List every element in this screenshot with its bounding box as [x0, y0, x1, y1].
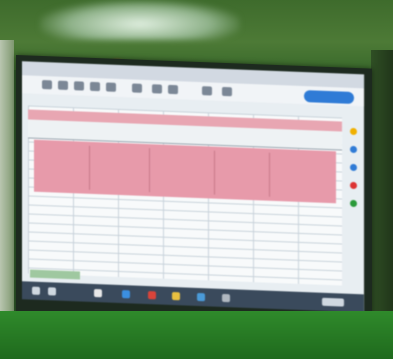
blurred-object-top	[40, 0, 240, 40]
merge-icon	[202, 86, 212, 96]
chrome-icon	[122, 290, 130, 299]
highlighted-rows	[34, 139, 336, 204]
redo-icon	[58, 80, 68, 90]
projected-desktop	[22, 61, 364, 313]
maps-icon	[350, 199, 357, 208]
font-icon	[132, 83, 142, 93]
print-icon	[74, 81, 84, 91]
table-cell	[269, 152, 270, 197]
clock-icon	[322, 297, 344, 307]
share-button	[304, 90, 354, 104]
wall-left-edge	[0, 40, 14, 340]
zoom-icon	[106, 82, 116, 92]
wall-right-edge	[371, 50, 393, 320]
folder-icon	[172, 291, 180, 301]
projection-screen	[16, 55, 372, 331]
color-icon	[168, 84, 178, 95]
app-icon	[94, 288, 102, 298]
table-cell	[89, 145, 90, 190]
calendar-icon	[350, 127, 357, 136]
contacts-icon	[350, 181, 357, 190]
windows-icon	[32, 286, 40, 295]
keep-icon	[350, 145, 357, 154]
table-cell	[214, 150, 215, 195]
search-icon	[48, 287, 56, 296]
undo-icon	[42, 79, 52, 90]
taskbar	[22, 281, 364, 313]
app-icon	[222, 293, 230, 303]
table-cell	[149, 148, 150, 193]
app-icon	[148, 291, 156, 300]
spreadsheet-grid	[28, 105, 342, 286]
sheet-tab	[30, 269, 80, 280]
green-floor	[0, 311, 393, 359]
app-icon	[197, 292, 205, 302]
tasks-icon	[350, 163, 357, 172]
align-icon	[222, 86, 232, 97]
format-icon	[90, 81, 100, 92]
side-panel-icons	[348, 118, 360, 282]
bold-icon	[152, 84, 162, 94]
